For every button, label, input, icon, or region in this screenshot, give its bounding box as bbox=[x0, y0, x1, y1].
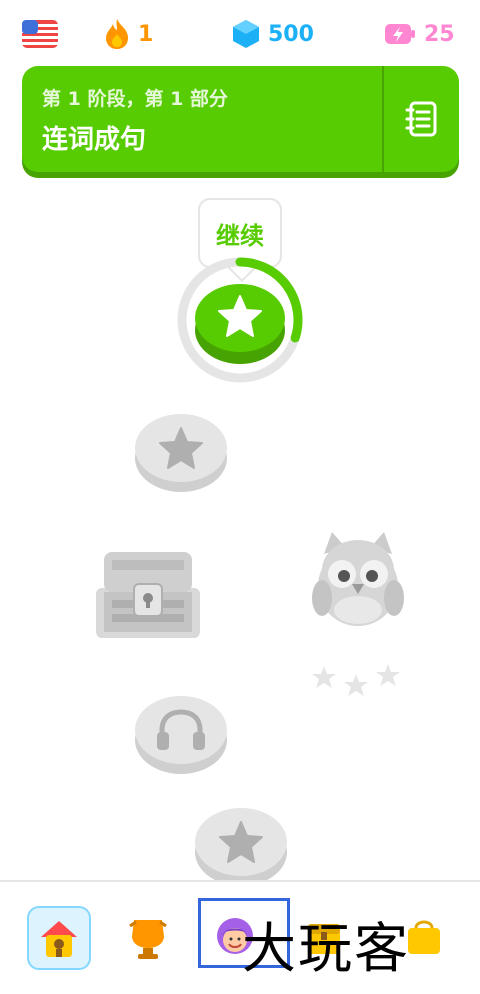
unit-banner[interactable]: 第 1 阶段，第 1 部分 连词成句 bbox=[22, 66, 459, 172]
tooltip-label: 继续 bbox=[216, 221, 264, 250]
streak-count: 1 bbox=[138, 21, 154, 47]
course-flag-button[interactable] bbox=[22, 14, 58, 54]
energy-battery-icon bbox=[385, 24, 415, 44]
fire-icon bbox=[106, 19, 128, 49]
top-status-bar: 1 500 25 bbox=[0, 0, 480, 64]
watermark-text: 大玩客 bbox=[242, 917, 410, 980]
mascot-stars bbox=[312, 664, 400, 696]
locked-lesson-node[interactable] bbox=[132, 412, 230, 496]
gems-count: 500 bbox=[268, 21, 314, 47]
unit-title: 连词成句 bbox=[42, 125, 147, 155]
gems-counter[interactable]: 500 bbox=[232, 14, 314, 54]
streak-counter[interactable]: 1 bbox=[104, 14, 153, 54]
locked-listening-node[interactable] bbox=[132, 694, 230, 778]
star-icon bbox=[312, 666, 336, 688]
guidebook-button[interactable] bbox=[384, 66, 459, 172]
energy-count: 25 bbox=[424, 21, 455, 47]
leagues-icon bbox=[129, 920, 167, 959]
star-icon bbox=[376, 664, 400, 686]
star-icon bbox=[344, 674, 368, 696]
unit-subtitle: 第 1 阶段，第 1 部分 bbox=[42, 88, 228, 110]
treasure-chest[interactable] bbox=[94, 548, 202, 642]
locked-lesson-node[interactable] bbox=[192, 806, 290, 890]
owl-mascot bbox=[312, 532, 404, 626]
us-flag-icon bbox=[22, 20, 58, 48]
nav-home-tab[interactable] bbox=[27, 906, 91, 970]
energy-counter[interactable]: 25 bbox=[384, 14, 455, 54]
current-lesson-node[interactable] bbox=[174, 254, 310, 384]
guidebook-icon bbox=[405, 101, 436, 137]
gem-icon bbox=[233, 20, 259, 48]
nav-leagues-tab[interactable] bbox=[116, 906, 180, 970]
home-icon bbox=[41, 921, 77, 957]
